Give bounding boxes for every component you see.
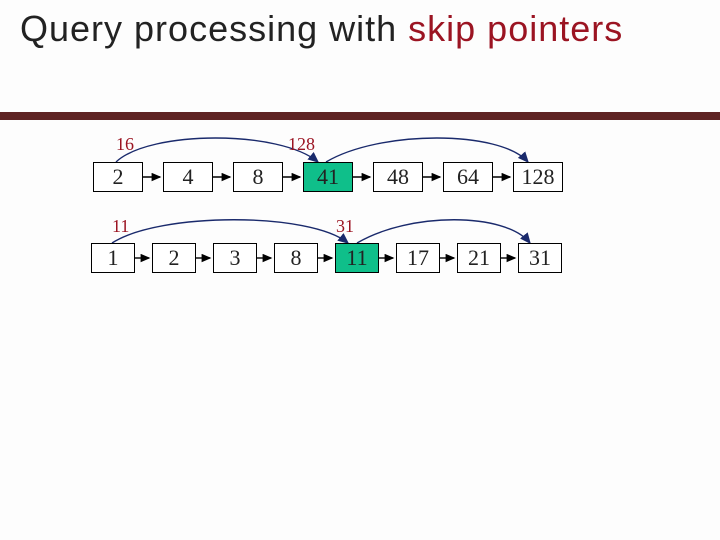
slide-title: Query processing with skip pointers <box>20 8 680 49</box>
list1-box-4: 48 <box>373 162 423 192</box>
list1-box-3: 41 <box>303 162 353 192</box>
list1-box-6: 128 <box>513 162 563 192</box>
list1-box-2: 8 <box>233 162 283 192</box>
title-part1: Query processing with <box>20 8 408 49</box>
slide: Query processing with skip pointers <box>0 0 720 540</box>
list1-box-0: 2 <box>93 162 143 192</box>
list2-box-2: 3 <box>213 243 257 273</box>
list2-box-5: 17 <box>396 243 440 273</box>
title-underline <box>0 112 720 120</box>
list2-box-1: 2 <box>152 243 196 273</box>
list1-skip-label-0: 16 <box>116 134 134 155</box>
list2-box-7: 31 <box>518 243 562 273</box>
list2-skip-arrows <box>112 220 530 243</box>
list2-box-3: 8 <box>274 243 318 273</box>
title-part2: skip pointers <box>408 8 623 49</box>
list1-skip-arrows <box>116 138 528 162</box>
list1-box-1: 4 <box>163 162 213 192</box>
list2-box-6: 21 <box>457 243 501 273</box>
list2-skip-label-0: 11 <box>112 216 129 237</box>
list2-box-0: 1 <box>91 243 135 273</box>
list2-skip-label-1: 31 <box>336 216 354 237</box>
list2-box-4: 11 <box>335 243 379 273</box>
list1-skip-label-1: 128 <box>288 134 315 155</box>
list1-box-5: 64 <box>443 162 493 192</box>
